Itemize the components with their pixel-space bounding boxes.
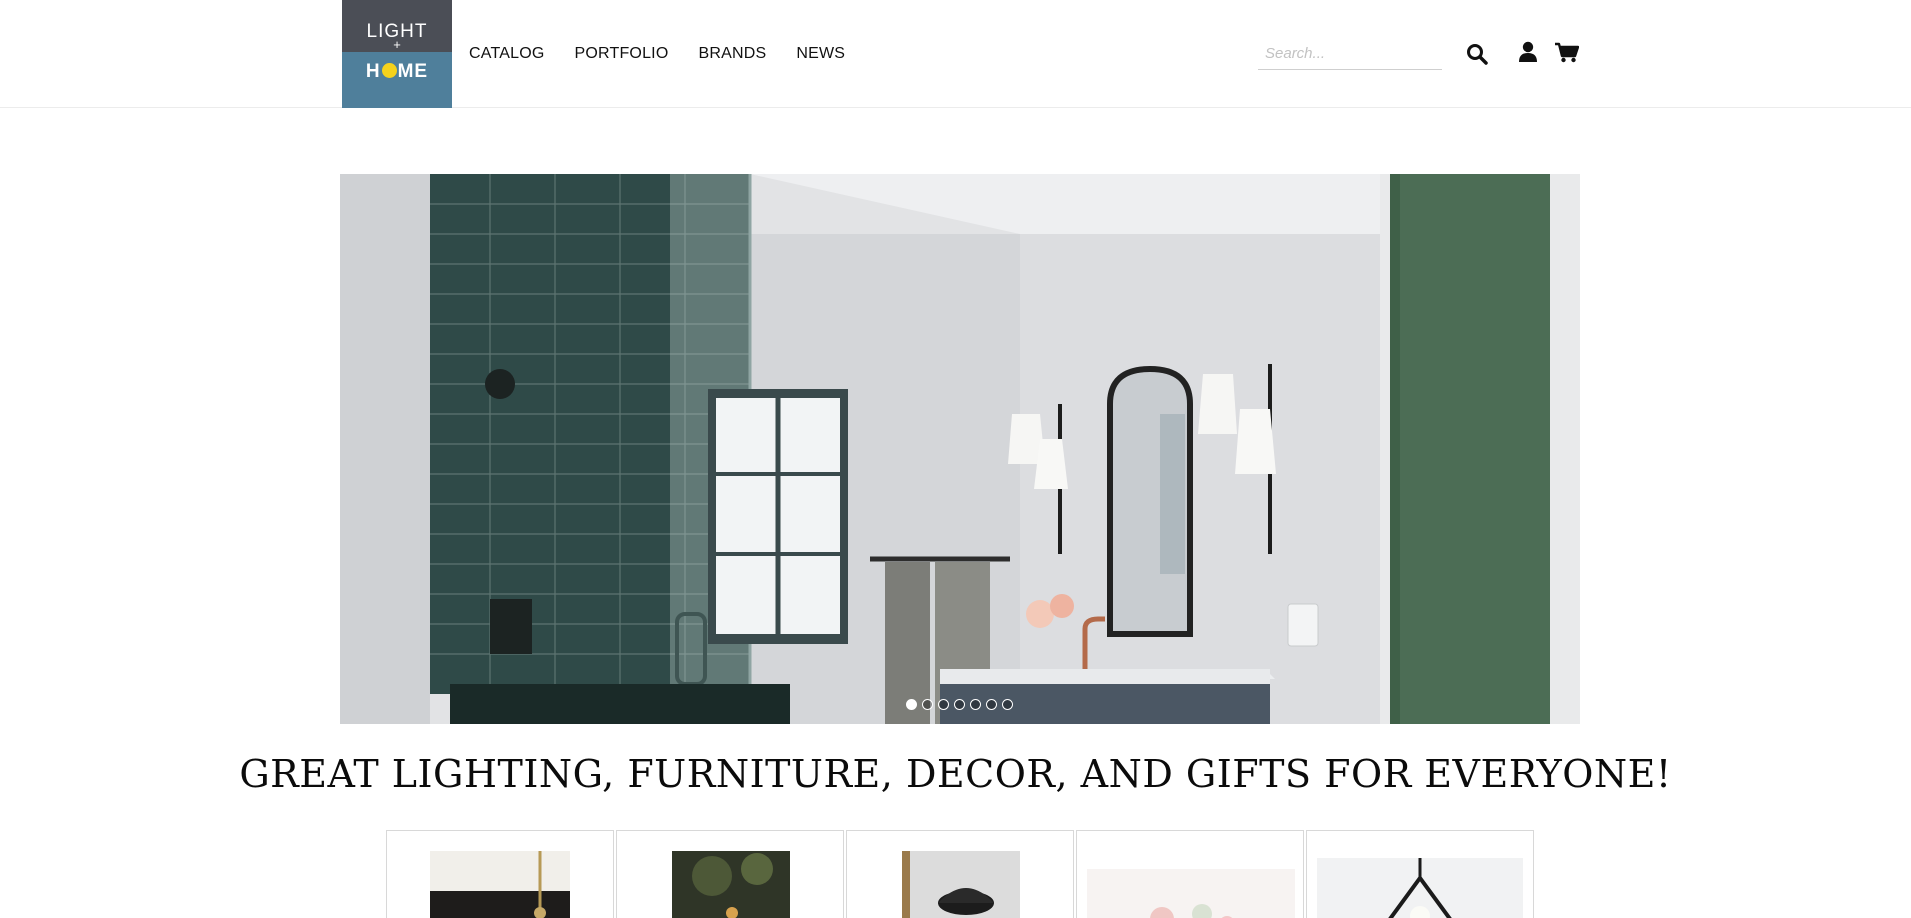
logo-light-text: LIGHT xyxy=(366,21,428,42)
logo-top-panel: LIGHT + xyxy=(342,0,452,52)
category-tile-3[interactable] xyxy=(846,830,1074,918)
category-tiles xyxy=(386,830,1534,918)
account-button[interactable] xyxy=(1519,41,1537,63)
tile-image-3 xyxy=(902,851,1020,918)
site-logo[interactable]: LIGHT + H ME xyxy=(342,0,452,108)
nav-portfolio[interactable]: PORTFOLIO xyxy=(575,45,669,63)
search-box xyxy=(1258,39,1442,70)
nav-news[interactable]: NEWS xyxy=(796,45,845,63)
logo-home-right: ME xyxy=(397,61,429,82)
slide-dot-6[interactable] xyxy=(986,699,997,710)
slide-dot-3[interactable] xyxy=(938,699,949,710)
category-tile-4[interactable] xyxy=(1076,830,1304,918)
slide-dot-1[interactable] xyxy=(906,699,917,710)
slide-dot-4[interactable] xyxy=(954,699,965,710)
logo-home-left: H xyxy=(365,61,381,82)
site-header: LIGHT + H ME CATALOG PORTFOLIO BRANDS NEW… xyxy=(0,0,1911,108)
slide-dot-7[interactable] xyxy=(1002,699,1013,710)
tile-image-2 xyxy=(672,851,790,918)
slider-dots xyxy=(906,699,1013,710)
nav-catalog[interactable]: CATALOG xyxy=(469,45,545,63)
search-input[interactable] xyxy=(1258,39,1442,67)
cart-icon xyxy=(1555,42,1580,63)
logo-home-text: H ME xyxy=(342,52,452,82)
search-button[interactable] xyxy=(1466,43,1488,65)
logo-sun-icon xyxy=(381,63,397,78)
logo-bottom-panel: H ME xyxy=(342,52,452,108)
main-nav: CATALOG PORTFOLIO BRANDS NEWS xyxy=(469,45,875,63)
cart-button[interactable] xyxy=(1555,42,1580,63)
tile-image-1 xyxy=(430,851,570,918)
tile-image-5 xyxy=(1317,858,1523,918)
tile-image-4 xyxy=(1087,869,1295,918)
user-icon xyxy=(1519,41,1537,62)
logo-plus-text: + xyxy=(393,37,401,52)
slide-dot-2[interactable] xyxy=(922,699,933,710)
page-headline: GREAT LIGHTING, FURNITURE, DECOR, AND GI… xyxy=(239,752,1672,796)
hero-image xyxy=(340,174,1580,724)
hero-slider[interactable] xyxy=(340,174,1580,724)
search-icon xyxy=(1467,44,1488,65)
category-tile-1[interactable] xyxy=(386,830,614,918)
nav-brands[interactable]: BRANDS xyxy=(698,45,766,63)
slide-dot-5[interactable] xyxy=(970,699,981,710)
category-tile-2[interactable] xyxy=(616,830,844,918)
category-tile-5[interactable] xyxy=(1306,830,1534,918)
